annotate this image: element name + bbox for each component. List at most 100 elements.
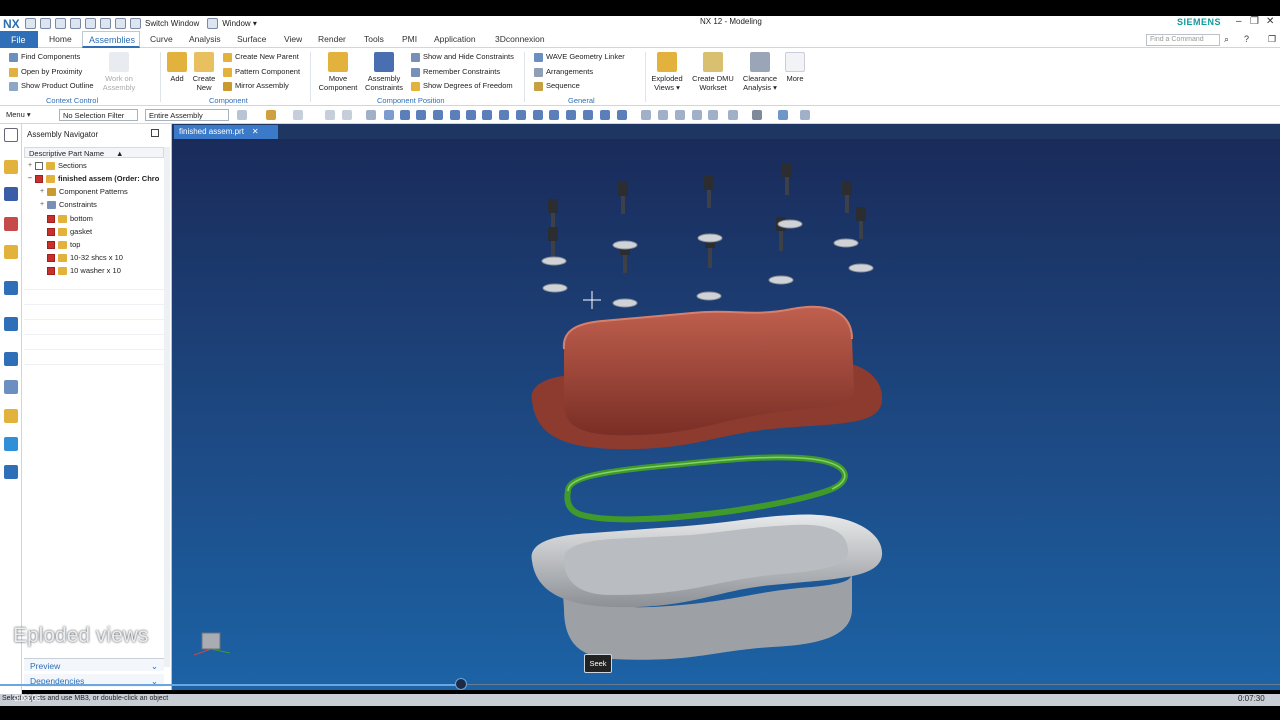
pole-icon[interactable] bbox=[617, 110, 627, 120]
tab-3dconnexion[interactable]: 3Dconnexion bbox=[495, 34, 545, 44]
show-hide-constraints-button[interactable]: Show and Hide Constraints bbox=[411, 52, 514, 62]
midpoint-icon[interactable] bbox=[433, 110, 443, 120]
tab-analysis[interactable]: Analysis bbox=[189, 34, 221, 44]
visibility-checkbox[interactable] bbox=[35, 174, 43, 183]
curve-icon[interactable] bbox=[466, 110, 476, 120]
constraint-navigator-icon[interactable] bbox=[4, 187, 18, 201]
arc-center-icon[interactable] bbox=[516, 110, 526, 120]
perspective-icon[interactable] bbox=[708, 110, 718, 120]
video-seek-handle[interactable] bbox=[455, 678, 467, 690]
show-hide-icon[interactable] bbox=[800, 110, 810, 120]
tab-view[interactable]: View bbox=[284, 34, 302, 44]
find-components-button[interactable]: Find Components bbox=[9, 52, 80, 62]
select-icon[interactable] bbox=[266, 110, 276, 120]
close-tab-icon[interactable]: ✕ bbox=[252, 127, 259, 136]
existing-point-icon[interactable] bbox=[549, 110, 559, 120]
reuse-library-icon[interactable] bbox=[4, 245, 18, 259]
close-icon[interactable]: ✕ bbox=[1266, 16, 1274, 27]
control-point-icon[interactable] bbox=[450, 110, 460, 120]
web-browser-icon[interactable] bbox=[4, 281, 18, 295]
sort-icon[interactable]: ▲ bbox=[116, 149, 123, 158]
touch-mode-icon[interactable] bbox=[115, 18, 126, 29]
more-button[interactable]: More bbox=[783, 52, 807, 83]
restore-ribbon-icon[interactable]: ❐ bbox=[1268, 34, 1276, 45]
remember-constraints-button[interactable]: Remember Constraints bbox=[411, 67, 500, 77]
box-select-icon[interactable] bbox=[325, 110, 335, 120]
expand-icon[interactable]: + bbox=[28, 162, 35, 169]
file-tab[interactable]: finished assem.prt ✕ bbox=[174, 125, 278, 139]
zoom-icon[interactable] bbox=[658, 110, 668, 120]
preview-section[interactable]: Preview ⌄ bbox=[24, 658, 164, 671]
create-new-button[interactable]: Create New bbox=[192, 52, 216, 92]
switch-window-icon[interactable] bbox=[130, 18, 141, 29]
expand-icon[interactable]: + bbox=[40, 188, 47, 195]
history-icon[interactable] bbox=[4, 317, 18, 331]
expand-icon[interactable]: + bbox=[40, 201, 47, 208]
point-on-face-icon[interactable] bbox=[583, 110, 593, 120]
part-navigator-icon[interactable] bbox=[4, 217, 18, 231]
tree-row-washer[interactable]: 10 washer x 10 bbox=[47, 266, 121, 275]
save-icon[interactable] bbox=[25, 18, 36, 29]
visibility-checkbox[interactable] bbox=[47, 214, 55, 223]
create-new-parent-button[interactable]: Create New Parent bbox=[223, 52, 299, 62]
window-menu[interactable]: Window ▾ bbox=[222, 19, 257, 28]
filter-icon[interactable] bbox=[293, 110, 303, 120]
tab-home[interactable]: Home bbox=[49, 34, 72, 44]
pattern-component-button[interactable]: Pattern Component bbox=[223, 67, 300, 77]
minimize-icon[interactable]: – bbox=[1236, 16, 1242, 27]
manufacturing-wizard-icon[interactable] bbox=[4, 409, 18, 423]
tree-row-shcs[interactable]: 10-32 shcs x 10 bbox=[47, 253, 123, 262]
point-snap-icon[interactable] bbox=[400, 110, 410, 120]
show-product-outline-button[interactable]: Show Product Outline bbox=[9, 81, 94, 91]
tab-application[interactable]: Application bbox=[434, 34, 476, 44]
face-icon[interactable] bbox=[366, 110, 376, 120]
graphics-viewport[interactable] bbox=[172, 139, 1280, 690]
tree-row-constraints[interactable]: + Constraints bbox=[40, 200, 97, 209]
add-component-button[interactable]: Add bbox=[166, 52, 188, 83]
switch-window-button[interactable]: Switch Window bbox=[145, 19, 199, 28]
undo-icon[interactable] bbox=[40, 18, 51, 29]
create-dmu-workset-button[interactable]: Create DMU Workset bbox=[690, 52, 736, 92]
mirror-assembly-button[interactable]: Mirror Assembly bbox=[223, 81, 289, 91]
tree-row-top[interactable]: top bbox=[47, 240, 80, 249]
clearance-analysis-button[interactable]: Clearance Analysis ▾ bbox=[740, 52, 780, 92]
rotate-icon[interactable] bbox=[675, 110, 685, 120]
endpoint-icon[interactable] bbox=[416, 110, 426, 120]
open-by-proximity-button[interactable]: Open by Proximity bbox=[9, 67, 82, 77]
redo-icon[interactable] bbox=[55, 18, 66, 29]
find-command-input[interactable]: Find a Command bbox=[1146, 34, 1220, 46]
search-icon[interactable]: ⌕ bbox=[1224, 34, 1229, 45]
tab-file[interactable]: File bbox=[0, 31, 38, 48]
video-seek-bar[interactable] bbox=[0, 678, 1280, 694]
tree-row-gasket[interactable]: gasket bbox=[47, 227, 92, 236]
settings-icon[interactable] bbox=[4, 128, 18, 142]
arrangements-button[interactable]: Arrangements bbox=[534, 67, 593, 77]
process-studio-icon[interactable] bbox=[4, 380, 18, 394]
tab-render[interactable]: Render bbox=[318, 34, 346, 44]
tab-pmi[interactable]: PMI bbox=[402, 34, 417, 44]
tree-row-finished-assem[interactable]: – finished assem (Order: Chro bbox=[28, 174, 159, 183]
cut-icon[interactable] bbox=[70, 18, 81, 29]
assembly-navigator-icon[interactable] bbox=[4, 160, 18, 174]
navigator-scrollbar[interactable] bbox=[164, 147, 170, 667]
selection-scope-select[interactable]: Entire Assembly bbox=[145, 109, 229, 121]
sequence-button[interactable]: Sequence bbox=[534, 81, 580, 91]
tree-row-bottom[interactable]: bottom bbox=[47, 214, 93, 223]
visibility-checkbox[interactable] bbox=[35, 161, 43, 170]
visibility-checkbox[interactable] bbox=[47, 253, 55, 262]
system-materials-icon[interactable] bbox=[4, 352, 18, 366]
open-folder-icon[interactable] bbox=[4, 465, 18, 479]
body-icon[interactable] bbox=[384, 110, 394, 120]
shaded-icon[interactable] bbox=[778, 110, 788, 120]
wave-geometry-linker-button[interactable]: WAVE Geometry Linker bbox=[534, 52, 625, 62]
tab-curve[interactable]: Curve bbox=[150, 34, 173, 44]
collapse-icon[interactable]: – bbox=[28, 175, 35, 182]
copy-icon[interactable] bbox=[85, 18, 96, 29]
restore-icon[interactable]: ❐ bbox=[1250, 16, 1259, 27]
exploded-views-button[interactable]: Exploded Views ▾ bbox=[650, 52, 684, 92]
selection-filter-select[interactable]: No Selection Filter bbox=[59, 109, 138, 121]
quadrant-icon[interactable] bbox=[533, 110, 543, 120]
window-icon[interactable] bbox=[207, 18, 219, 29]
intersection-icon[interactable] bbox=[499, 110, 509, 120]
menu-button[interactable]: Menu ▾ bbox=[6, 110, 31, 119]
